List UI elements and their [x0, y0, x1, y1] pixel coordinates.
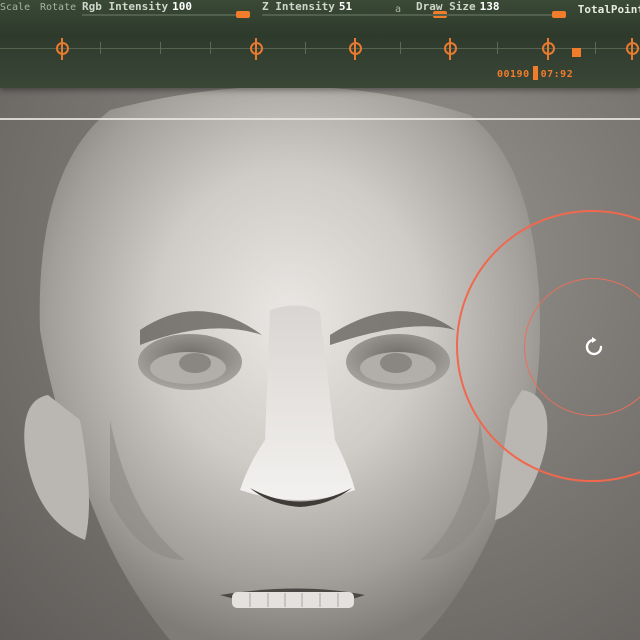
rgb-intensity-thumb[interactable]	[236, 11, 250, 18]
keyframe-marker[interactable]	[626, 38, 639, 60]
draw-size-slider[interactable]: Draw Size 138	[416, 0, 500, 13]
timeline-tick	[210, 42, 211, 54]
rotate-icon	[585, 337, 603, 356]
total-points-label: TotalPoint	[577, 3, 640, 16]
draw-size-track[interactable]	[416, 14, 566, 16]
draw-size-label: Draw Size	[416, 0, 476, 13]
z-intensity-value: 51	[338, 0, 353, 13]
timeline-tick	[400, 42, 401, 54]
viewport-divider	[0, 118, 640, 120]
timeline-tick	[497, 42, 498, 54]
timeline-tick	[595, 42, 596, 54]
rgb-intensity-value: 100	[172, 0, 192, 13]
timeline-tick	[305, 42, 306, 54]
top-toolbar: Scale Rotate Rgb Intensity 100 Z Intensit…	[0, 0, 640, 88]
z-intensity-label: Z Intensity	[262, 0, 335, 13]
draw-size-thumb[interactable]	[552, 11, 566, 18]
rotate-button[interactable]: Rotate	[40, 2, 76, 13]
keyframe-marker[interactable]	[444, 38, 457, 60]
keyframe-marker[interactable]	[542, 38, 555, 60]
keyframe-marker[interactable]	[349, 38, 362, 60]
frame-readout: 00190 07:92	[497, 66, 573, 80]
scale-button[interactable]: Scale	[0, 2, 30, 13]
rgb-intensity-track[interactable]	[82, 14, 242, 16]
frame-number: 00190	[497, 69, 530, 80]
current-keyframe-marker[interactable]	[572, 48, 581, 57]
rgb-intensity-label: Rgb Intensity	[82, 0, 169, 13]
z-intensity-slider[interactable]: Z Intensity 51	[262, 0, 353, 13]
draw-size-value: 138	[479, 0, 500, 13]
keyframe-marker[interactable]	[56, 38, 69, 60]
rgb-intensity-slider[interactable]: Rgb Intensity 100	[82, 0, 192, 13]
timeline-tick	[100, 42, 101, 54]
timeline-tick	[160, 42, 161, 54]
zbrush-canvas[interactable]: Scale Rotate Rgb Intensity 100 Z Intensit…	[0, 0, 640, 640]
frame-time: 07:92	[540, 69, 574, 80]
timeline-cursor[interactable]	[532, 66, 538, 80]
z-separator: a	[395, 4, 402, 15]
keyframe-marker[interactable]	[250, 38, 263, 60]
